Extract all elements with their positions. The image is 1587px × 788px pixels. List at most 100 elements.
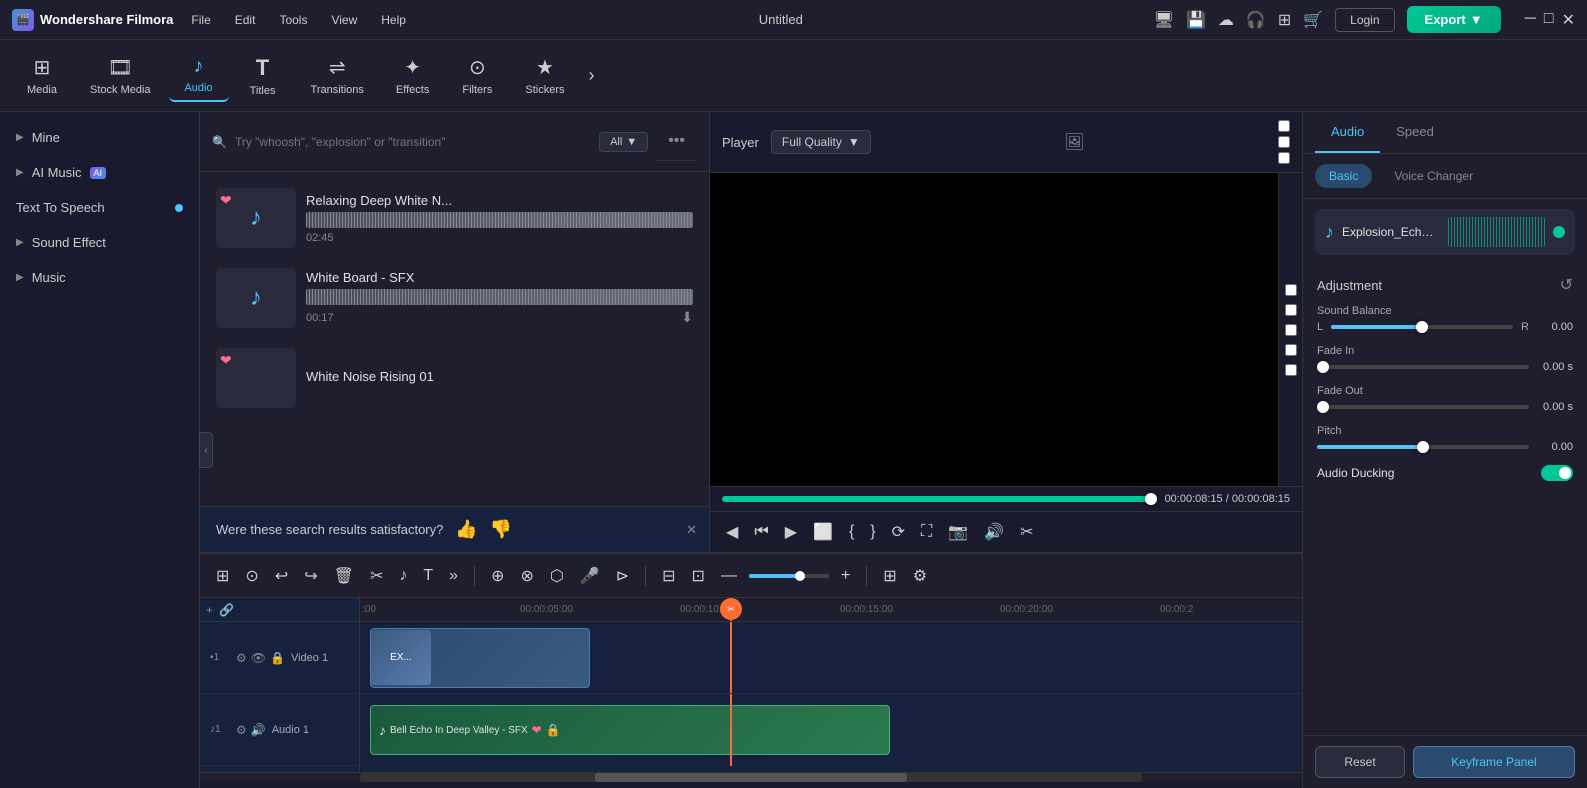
crop-button[interactable]: ✂ (1016, 518, 1037, 546)
toolbar-transitions[interactable]: ⇌ Transitions (297, 49, 378, 102)
play-button[interactable]: ▶ (781, 518, 801, 546)
thumbs-down-button[interactable]: 👎 (490, 519, 512, 540)
login-button[interactable]: Login (1335, 8, 1394, 32)
toolbar-stock-media[interactable]: 🎞 Stock Media (76, 49, 165, 102)
toolbar-titles[interactable]: T Titles (233, 49, 293, 103)
menu-help[interactable]: Help (379, 9, 408, 31)
sidebar-item-ai-music[interactable]: ▶ AI Music AI (0, 155, 199, 190)
stop-button[interactable]: ⬜ (809, 518, 837, 546)
pitch-slider[interactable] (1317, 445, 1529, 449)
zoom-slider[interactable] (749, 574, 829, 578)
thumbs-up-button[interactable]: 👍 (455, 519, 477, 540)
fade-in-slider[interactable] (1317, 365, 1529, 369)
tl-zoom-in-icon[interactable]: + (837, 563, 854, 589)
sidebar-item-text-to-speech[interactable]: Text To Speech (0, 190, 199, 225)
media-item-3[interactable]: ❤ White Noise Rising 01 (208, 340, 701, 416)
add-track-icon[interactable]: + (206, 603, 213, 617)
adjustment-reset-icon[interactable]: ↺ (1560, 275, 1573, 295)
grid-icon[interactable]: ⊞ (1278, 10, 1291, 30)
sound-balance-slider[interactable] (1331, 325, 1513, 329)
side-check-1[interactable] (1285, 284, 1297, 296)
video-track-lock-icon[interactable]: 🔒 (270, 651, 285, 665)
tl-grid-icon[interactable]: ⊞ (879, 562, 900, 590)
feedback-close-button[interactable]: ✕ (686, 522, 697, 538)
clip-toggle-dot[interactable] (1553, 226, 1565, 238)
tl-text-icon[interactable]: T (419, 563, 437, 589)
link-icon[interactable]: 🔗 (219, 603, 234, 617)
video-track-settings-icon[interactable]: ⚙ (236, 651, 247, 665)
sidebar-item-sound-effect[interactable]: ▶ Sound Effect (0, 225, 199, 260)
video-track-eye-icon[interactable]: 👁 (251, 651, 266, 665)
screenshot-icon[interactable]: 🖼 (1064, 132, 1084, 152)
monitor-icon[interactable]: 🖥 (1154, 10, 1174, 30)
cart-icon[interactable]: 🛒 (1303, 10, 1323, 30)
toolbar-more-arrow[interactable]: › (582, 59, 600, 92)
tl-snap-icon[interactable]: ⊟ (658, 562, 679, 590)
video-clip[interactable]: EX... (370, 628, 590, 688)
toolbar-audio[interactable]: ♪ Audio (169, 49, 229, 102)
audio-clip[interactable]: ♪ Bell Echo In Deep Valley - SFX ❤ 🔒 (370, 705, 890, 755)
tl-zoom-out-icon[interactable]: — (717, 563, 741, 589)
side-check-5[interactable] (1285, 364, 1297, 376)
mark-in-button[interactable]: { (845, 519, 858, 545)
minimize-icon[interactable]: ─ (1525, 10, 1536, 30)
tl-cut-icon[interactable]: ✂ (366, 562, 387, 590)
side-check-2[interactable] (1285, 304, 1297, 316)
tl-ripple-icon[interactable]: ⊕ (487, 562, 508, 590)
maximize-icon[interactable]: □ (1544, 10, 1554, 30)
loop-button[interactable]: ⟳ (888, 518, 909, 546)
quality-select[interactable]: Full Quality ▼ (771, 130, 871, 154)
tl-mic-icon[interactable]: 🎤 (576, 562, 604, 590)
tl-layout-icon[interactable]: ⊞ (212, 562, 233, 590)
save-icon[interactable]: 💾 (1186, 10, 1206, 30)
audio-track-settings-icon[interactable]: ⚙ (236, 723, 247, 737)
layer-toggle-3[interactable] (1278, 152, 1290, 164)
tl-marker-icon[interactable]: ⊳ (612, 562, 633, 590)
cloud-icon[interactable]: ☁ (1218, 10, 1234, 30)
menu-tools[interactable]: Tools (277, 9, 309, 31)
tl-redo-icon[interactable]: ↪ (300, 562, 321, 590)
headphone-icon[interactable]: 🎧 (1246, 10, 1266, 30)
toolbar-filters[interactable]: ⊙ Filters (447, 49, 507, 102)
subtab-basic[interactable]: Basic (1315, 164, 1372, 188)
step-back-button[interactable]: ⏮ (750, 519, 772, 545)
tl-delete-icon[interactable]: 🗑 (330, 562, 358, 590)
layer-toggle-2[interactable] (1278, 136, 1290, 148)
tl-more-icon[interactable]: » (445, 563, 462, 589)
snapshot-button[interactable]: 📷 (944, 518, 972, 546)
tab-speed[interactable]: Speed (1380, 112, 1450, 153)
menu-edit[interactable]: Edit (233, 9, 258, 31)
subtab-voice-changer[interactable]: Voice Changer (1380, 164, 1487, 188)
tl-pip-icon[interactable]: ⊡ (688, 562, 709, 590)
menu-file[interactable]: File (189, 9, 212, 31)
prev-frame-button[interactable]: ◀ (722, 518, 742, 546)
player-progress-bar[interactable] (722, 496, 1157, 502)
tl-overlay-icon[interactable]: ⊗ (516, 562, 537, 590)
audio-ducking-toggle[interactable] (1541, 465, 1573, 481)
menu-view[interactable]: View (329, 9, 359, 31)
sidebar-item-music[interactable]: ▶ Music (0, 260, 199, 295)
download-icon[interactable]: ⬇ (681, 309, 693, 326)
side-check-3[interactable] (1285, 324, 1297, 336)
export-button[interactable]: Export ▼ (1407, 6, 1501, 33)
search-input[interactable] (235, 135, 591, 149)
tl-undo-icon[interactable]: ↩ (271, 562, 292, 590)
scrollbar-thumb[interactable] (595, 773, 908, 782)
volume-button[interactable]: 🔊 (980, 518, 1008, 546)
tl-audio-icon[interactable]: ♪ (395, 563, 411, 589)
layer-toggle-1[interactable] (1278, 120, 1290, 132)
audio-track-mute-icon[interactable]: 🔊 (251, 723, 266, 737)
toolbar-stickers[interactable]: ★ Stickers (511, 49, 578, 102)
sidebar-item-mine[interactable]: ▶ Mine (0, 120, 199, 155)
tl-lasso-icon[interactable]: ⊙ (241, 562, 262, 590)
reset-button[interactable]: Reset (1315, 746, 1405, 778)
media-item-2[interactable]: ♪ White Board - SFX 00:17 ⬇ (208, 260, 701, 336)
toolbar-media[interactable]: ⊞ Media (12, 49, 72, 102)
mark-out-button[interactable]: } (866, 519, 879, 545)
keyframe-panel-button[interactable]: Keyframe Panel (1413, 746, 1575, 778)
tab-audio[interactable]: Audio (1315, 112, 1380, 153)
filter-button[interactable]: All ▼ (599, 132, 648, 152)
media-item[interactable]: ❤ ♪ Relaxing Deep White N... 02:45 (208, 180, 701, 256)
more-button[interactable]: ••• (656, 122, 697, 161)
fullscreen-button[interactable]: ⛶ (917, 519, 936, 545)
